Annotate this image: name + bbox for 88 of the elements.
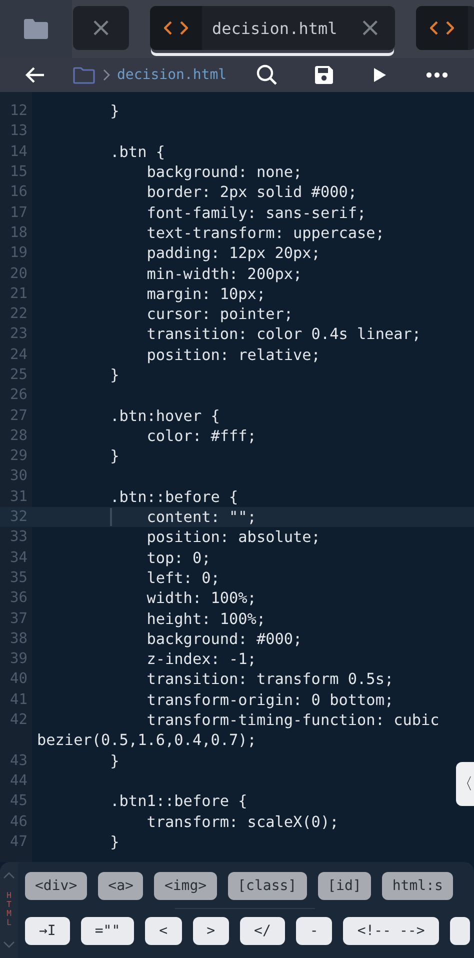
line-number: 27 [9,408,28,424]
code-line: height: 100%; [146,610,266,628]
line-number: 43 [9,752,28,769]
code-line: .btn::before { [109,488,238,506]
snippet-key[interactable]: html:s [382,872,453,900]
line-number: 21 [9,286,28,302]
code-line: transform: scaleX(0); [146,812,339,831]
code-line: transition: color 0.4s linear; [146,325,422,344]
symbol-key[interactable]: > [192,917,230,945]
code-line: left: 0; [146,568,220,587]
code-line: font-family: sans-serif; [146,204,366,222]
line-number: 34 [9,550,28,566]
close-icon[interactable]: × [90,15,112,41]
close-icon[interactable]: × [359,15,381,41]
line-number: 16 [9,184,28,200]
code-line: position: relative; [146,346,320,364]
line-number: 19 [9,245,28,262]
code-line: background: #000; [146,630,302,648]
line-number: 39 [9,651,28,668]
tab-label: decision.html [212,18,338,38]
symbol-key[interactable]: - [296,917,332,945]
line-number: 13 [9,123,28,140]
snippet-key[interactable]: [class] [228,872,307,900]
line-number: 44 [9,772,28,789]
line-number: 40 [9,671,28,688]
line-number: 12 [9,103,28,120]
line-number: 37 [9,610,28,627]
line-number: 42 [9,712,28,728]
line-number: 17 [9,204,28,221]
symbol-key[interactable]: ="" [80,917,134,945]
line-number: 36 [9,590,28,606]
line-number: 22 [9,306,28,322]
line-number: 47 [9,834,28,850]
line-number: 38 [9,630,28,647]
line-number: 29 [9,448,28,464]
line-number: 35 [9,570,28,586]
code-line: .btn:hover { [109,406,220,425]
code-line: background: none; [146,163,302,182]
code-line: text-transform: uppercase; [146,224,384,242]
line-number: 23 [9,326,28,342]
snippet-key[interactable]: <a> [98,872,144,900]
snippet-key[interactable]: [id] [318,872,372,900]
line-number: 31 [9,488,28,505]
line-number: 20 [9,266,28,282]
line-number: 15 [9,164,28,180]
editor-tab[interactable]: × [73,6,129,50]
editor-tab[interactable]: decision.html × [150,6,395,50]
code-line: min-width: 200px; [146,264,302,283]
symbol-key[interactable]: < [145,917,182,945]
line-number: 33 [9,529,28,546]
line-number: 14 [9,144,28,160]
code-line: .btn { [109,142,166,161]
snippet-key[interactable]: <img> [154,872,217,900]
line-number: 45 [9,793,28,810]
code-line: transform-origin: 0 bottom; [146,690,394,709]
code-line: } [109,102,120,120]
breadcrumb-file[interactable]: decision.html [117,67,227,83]
code-line: color: #fff; [146,426,256,445]
code-line: border: 2px solid #000; [146,183,358,202]
code-line: transition: transform 0.5s; [146,670,394,688]
line-number: 41 [9,692,28,708]
code-line: content: ""; [146,508,256,526]
line-number: 30 [9,468,28,484]
code-line: top: 0; [146,548,211,567]
symbol-key[interactable]: </ [240,917,285,945]
code-line: padding: 12px 20px; [146,244,320,262]
code-line: width: 100%; [146,589,256,608]
code-line: } [109,832,120,851]
side-panel-handle[interactable]: 〈 [456,762,474,806]
code-line: position: absolute; [146,528,320,546]
code-line: .btn1::before { [109,792,248,810]
line-number: 24 [9,346,28,363]
code-line: } [109,366,120,384]
symbol-key[interactable]: →I [25,917,70,945]
line-number: 25 [9,367,28,383]
line-number: 18 [9,224,28,241]
line-number: 26 [9,387,28,404]
code-line: cursor: pointer; [146,305,294,324]
code-line: } [109,752,120,770]
line-number: 28 [9,428,28,444]
code-line: bezier(0.5,1.6,0.4,0.7); [37,731,256,750]
code-line: transform-timing-function: cubic [146,711,440,730]
symbol-key[interactable]: <!-- --> [343,917,439,945]
code-line: z-index: -1; [146,650,256,668]
code-line: } [109,447,120,466]
snippet-key[interactable]: <div> [25,872,88,900]
code-line: margin: 10px; [146,284,266,303]
line-number: 46 [9,814,28,830]
